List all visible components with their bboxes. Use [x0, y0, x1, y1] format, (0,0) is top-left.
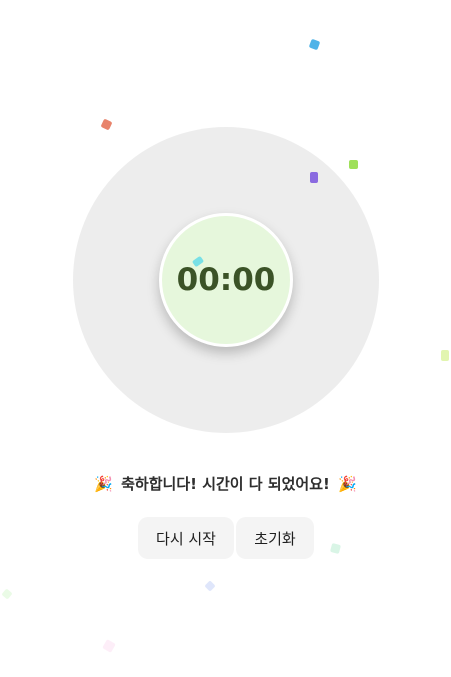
confetti-piece: [329, 542, 342, 555]
confetti-piece: [102, 639, 116, 653]
confetti-piece: [308, 38, 321, 51]
completion-message-text: 축하합니다! 시간이 다 되었어요!: [121, 475, 330, 493]
party-popper-icon: 🎉: [94, 475, 113, 493]
time-display: 00:00: [176, 262, 276, 298]
restart-button[interactable]: 다시 시작: [138, 517, 234, 559]
confetti-piece: [1, 588, 13, 600]
party-popper-icon: 🎉: [338, 475, 357, 493]
reset-button[interactable]: 초기화: [236, 517, 314, 559]
completion-message: 🎉 축하합니다! 시간이 다 되었어요! 🎉: [0, 473, 451, 495]
confetti-piece: [310, 172, 318, 183]
timer-dial-inner: 00:00: [159, 213, 293, 347]
confetti-piece: [100, 118, 113, 131]
confetti-piece: [349, 160, 358, 169]
confetti-piece: [204, 580, 216, 592]
confetti-piece: [441, 350, 449, 361]
